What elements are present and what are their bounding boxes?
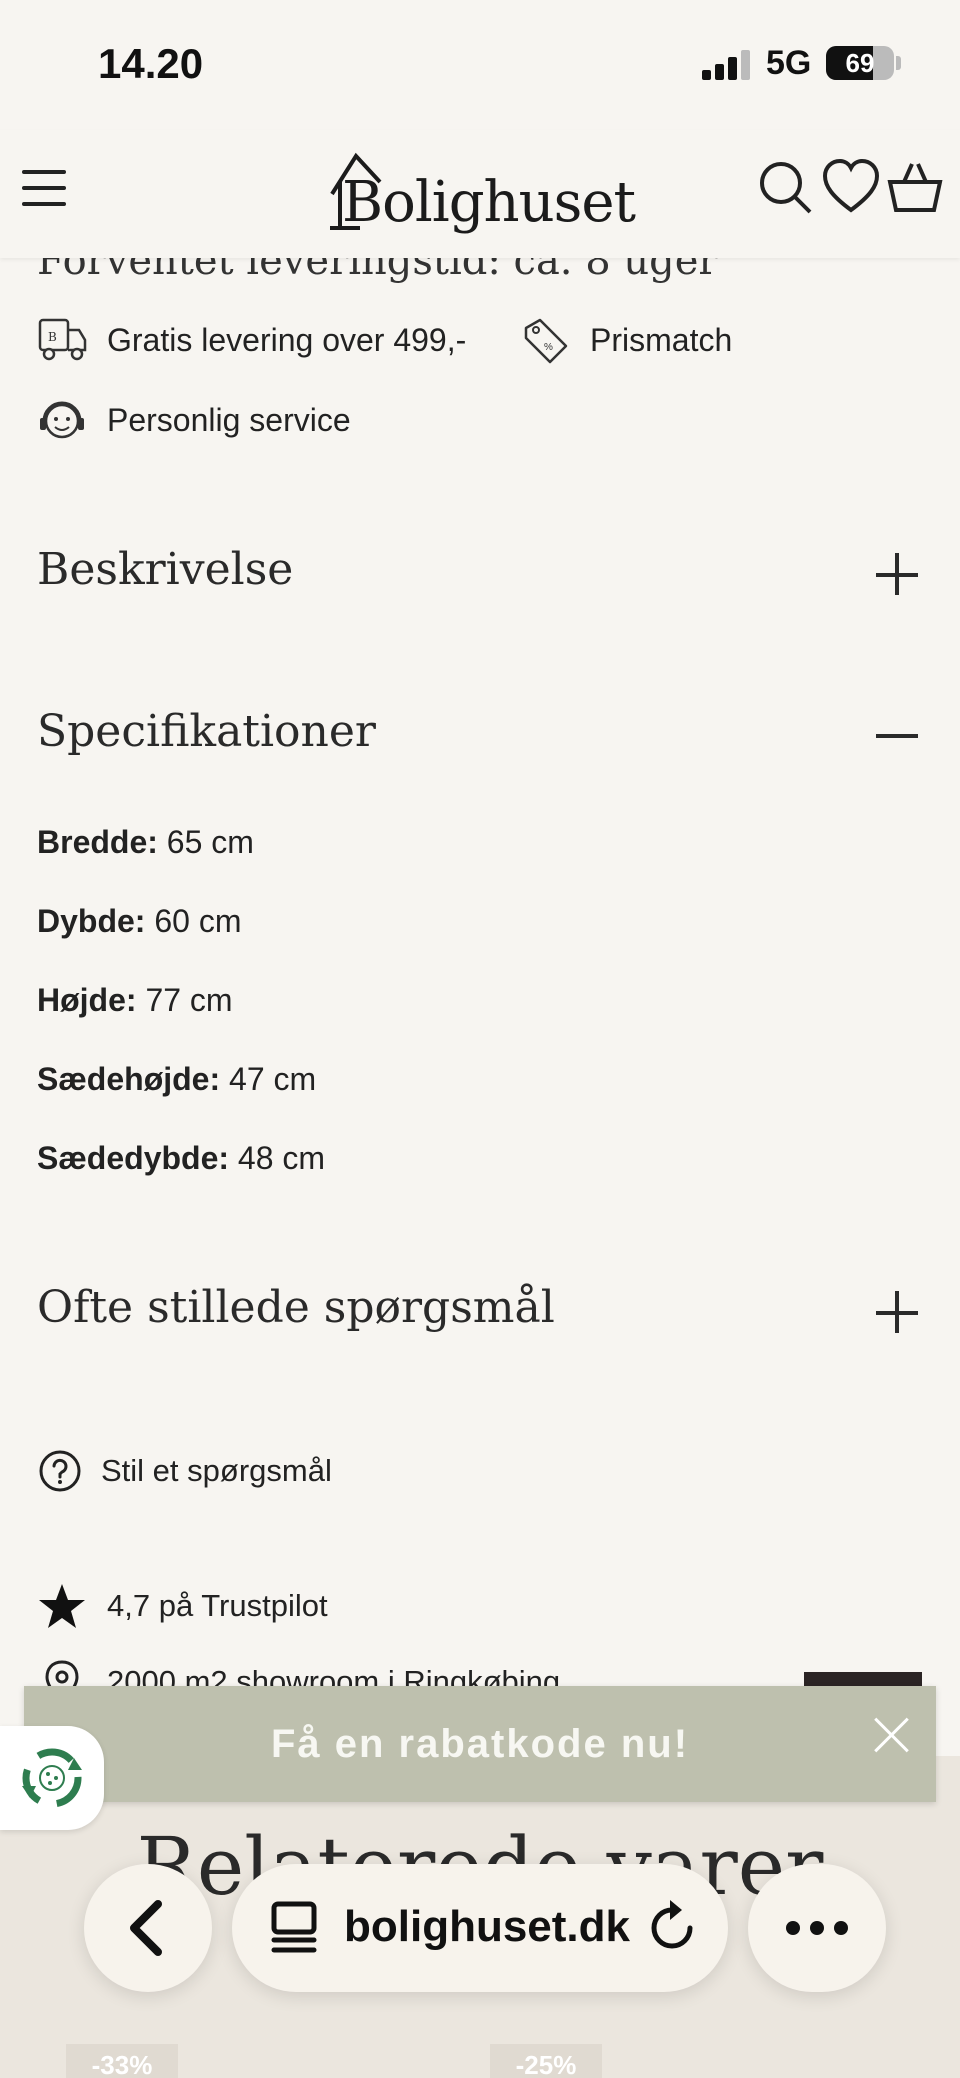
spec-label: Højde: <box>37 982 137 1018</box>
accordion-specifications-title[interactable]: Specifikationer <box>37 706 376 757</box>
basket-icon[interactable] <box>886 158 944 216</box>
spec-value: 47 cm <box>220 1061 317 1097</box>
star-icon <box>39 1584 85 1628</box>
battery-tip <box>896 56 901 70</box>
feature-prismatch: % Prismatch <box>520 316 732 364</box>
promo-text: Få en rabatkode nu! <box>270 1722 690 1766</box>
brand-logo[interactable]: Bolighuset <box>322 142 642 242</box>
heart-icon[interactable] <box>822 158 880 216</box>
search-icon[interactable] <box>756 158 814 216</box>
spec-label: Sædedybde: <box>37 1140 230 1176</box>
network-type: 5G <box>766 44 812 82</box>
browser-more-button[interactable] <box>748 1864 886 1992</box>
spec-label: Bredde: <box>37 824 158 860</box>
spec-label: Dybde: <box>37 903 146 939</box>
expand-plus-icon[interactable] <box>876 1291 920 1335</box>
spec-row: Højde: 77 cm <box>37 982 233 1019</box>
svg-text:B: B <box>48 330 57 344</box>
site-header: Bolighuset <box>0 130 960 258</box>
trustpilot-rating: 4,7 på Trustpilot <box>37 1582 328 1630</box>
ask-question-link[interactable]: Stil et spørgsmål <box>37 1448 332 1494</box>
spec-value: 65 cm <box>157 824 254 860</box>
price-tag-icon: % <box>524 318 568 364</box>
browser-back-button[interactable] <box>84 1864 212 1992</box>
spec-row: Sædedybde: 48 cm <box>37 1140 325 1177</box>
spec-row: Dybde: 60 cm <box>37 903 241 940</box>
battery-icon: 69 <box>826 46 894 80</box>
expand-plus-icon[interactable] <box>876 553 920 597</box>
status-time: 14.20 <box>98 40 204 87</box>
feature-label: Prismatch <box>590 321 733 358</box>
status-bar: 14.20 5G 69 <box>0 0 960 130</box>
hamburger-menu-icon[interactable] <box>22 168 68 208</box>
ask-question-label: Stil et spørgsmål <box>101 1453 332 1488</box>
spec-value: 48 cm <box>229 1140 326 1176</box>
feature-free-delivery: B Gratis levering over 499,- <box>37 316 466 364</box>
question-circle-icon <box>39 1450 81 1492</box>
recycle-badge[interactable] <box>0 1726 104 1830</box>
brand-name: Bolighuset <box>342 170 636 235</box>
reload-icon[interactable] <box>642 1898 702 1958</box>
url-text: bolighuset.dk <box>344 1902 630 1951</box>
feature-label: Gratis levering over 499,- <box>107 321 467 358</box>
spec-row: Bredde: 65 cm <box>37 824 254 861</box>
accordion-faq-title[interactable]: Ofte stillede spørgsmål <box>37 1282 555 1333</box>
close-icon[interactable] <box>872 1716 912 1756</box>
reader-tabs-icon[interactable] <box>268 1898 328 1958</box>
battery-level: 69 <box>845 48 875 78</box>
svg-text:%: % <box>544 342 553 353</box>
discount-promo-banner[interactable]: Få en rabatkode nu! <box>24 1686 936 1802</box>
trustpilot-label: 4,7 på Trustpilot <box>107 1588 328 1623</box>
more-dots-icon <box>786 1921 848 1935</box>
spec-value: 60 cm <box>145 903 242 939</box>
discount-badge: -25% <box>490 2044 602 2078</box>
discount-badge: -33% <box>66 2044 178 2078</box>
recycle-icon <box>22 1748 82 1808</box>
spec-value: 77 cm <box>136 982 233 1018</box>
collapse-minus-icon[interactable] <box>876 714 920 758</box>
spec-row: Sædehøjde: 47 cm <box>37 1061 316 1098</box>
spec-label: Sædehøjde: <box>37 1061 221 1097</box>
feature-label: Personlig service <box>107 401 351 438</box>
feature-personal-service: Personlig service <box>37 396 351 444</box>
chevron-left-icon <box>130 1900 162 1956</box>
signal-icon <box>702 48 750 80</box>
accordion-description-title[interactable]: Beskrivelse <box>37 544 293 595</box>
address-bar[interactable]: bolighuset.dk <box>232 1864 728 1992</box>
delivery-truck-icon: B <box>38 318 87 361</box>
headset-icon <box>40 401 84 439</box>
